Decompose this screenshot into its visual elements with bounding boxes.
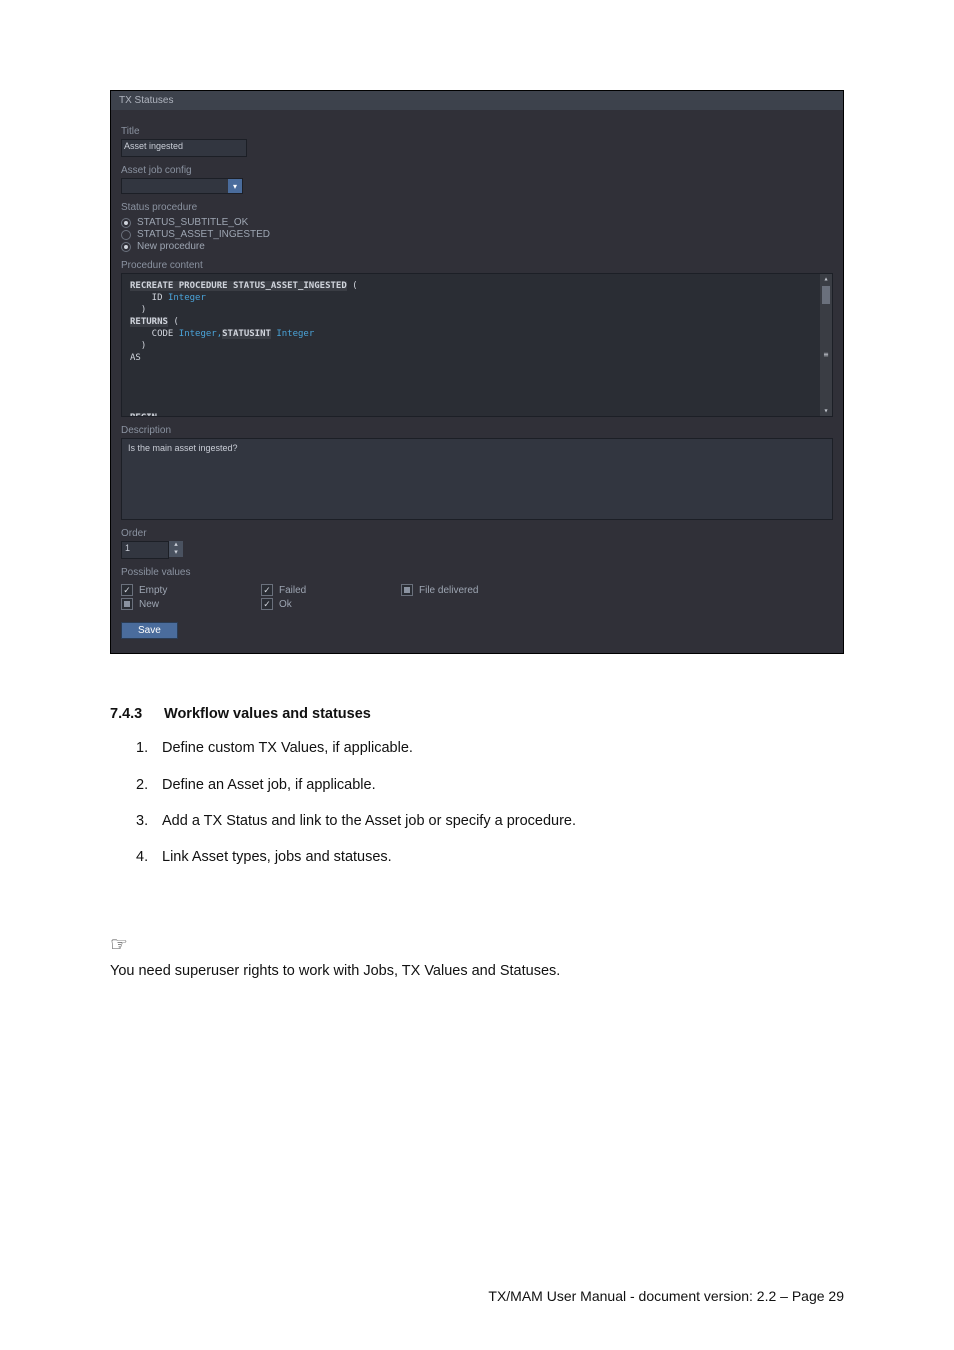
spinner-up-icon[interactable]: ▴ (169, 541, 183, 549)
checkbox-label: File delivered (419, 585, 478, 596)
section-title: Workflow values and statuses (164, 706, 371, 722)
scroll-grip-icon: ≡ (824, 350, 829, 360)
radio-label: STATUS_ASSET_INGESTED (137, 229, 270, 240)
title-input[interactable]: Asset ingested (121, 139, 247, 157)
chevron-down-icon[interactable]: ▾ (228, 179, 242, 193)
checkbox-ok[interactable]: ✓ Ok (261, 598, 401, 610)
radio-icon (121, 242, 131, 252)
checkbox-label: Ok (279, 599, 292, 610)
page-footer: TX/MAM User Manual - document version: 2… (488, 1288, 844, 1304)
radio-icon (121, 218, 131, 228)
section-number: 7.4.3 (110, 704, 160, 724)
check-icon (401, 584, 413, 596)
section-heading: 7.4.3 Workflow values and statuses (110, 704, 844, 724)
order-value[interactable]: 1 (121, 541, 169, 559)
checkbox-empty[interactable]: ✓ Empty (121, 584, 261, 596)
save-button[interactable]: Save (121, 622, 178, 639)
asset-job-config-label: Asset job config (121, 165, 833, 176)
check-icon: ✓ (121, 584, 133, 596)
radio-status-subtitle-ok[interactable]: STATUS_SUBTITLE_OK (121, 217, 833, 228)
check-icon: ✓ (261, 584, 273, 596)
radio-label: STATUS_SUBTITLE_OK (137, 217, 248, 228)
checkbox-label: Empty (139, 585, 167, 596)
checkbox-file-delivered[interactable]: File delivered (401, 584, 541, 596)
description-input[interactable]: Is the main asset ingested? (121, 438, 833, 520)
order-spinner[interactable]: 1 ▴ ▾ (121, 541, 833, 559)
possible-values-label: Possible values (121, 567, 833, 578)
scrollbar[interactable]: ▴ ≡ ▾ (820, 274, 832, 416)
title-label: Title (121, 126, 833, 137)
scroll-thumb[interactable] (822, 286, 830, 304)
spinner-down-icon[interactable]: ▾ (169, 549, 183, 557)
list-item: 3.Add a TX Status and link to the Asset … (136, 811, 844, 831)
tx-statuses-window: TX Statuses Title Asset ingested Asset j… (110, 90, 844, 654)
checkbox-new[interactable]: New (121, 598, 261, 610)
check-icon (121, 598, 133, 610)
status-procedure-label: Status procedure (121, 202, 833, 213)
note-icon: ☞ (110, 931, 844, 959)
description-label: Description (121, 425, 833, 436)
note-text: You need superuser rights to work with J… (110, 961, 844, 981)
radio-label: New procedure (137, 241, 205, 252)
list-item: 1.Define custom TX Values, if applicable… (136, 738, 844, 758)
checkbox-failed[interactable]: ✓ Failed (261, 584, 401, 596)
checkbox-label: Failed (279, 585, 306, 596)
radio-status-asset-ingested[interactable]: STATUS_ASSET_INGESTED (121, 229, 833, 240)
window-title: TX Statuses (111, 91, 843, 110)
scroll-down-icon[interactable]: ▾ (824, 406, 829, 416)
radio-new-procedure[interactable]: New procedure (121, 241, 833, 252)
scroll-up-icon[interactable]: ▴ (824, 274, 829, 284)
checkbox-label: New (139, 599, 159, 610)
asset-job-config-select[interactable]: ▾ (121, 178, 243, 194)
list-item: 4.Link Asset types, jobs and statuses. (136, 847, 844, 867)
check-icon: ✓ (261, 598, 273, 610)
list-item: 2.Define an Asset job, if applicable. (136, 775, 844, 795)
order-label: Order (121, 528, 833, 539)
radio-icon (121, 230, 131, 240)
procedure-content-editor[interactable]: RECREATE PROCEDURE STATUS_ASSET_INGESTED… (121, 273, 833, 417)
procedure-content-label: Procedure content (121, 260, 833, 271)
